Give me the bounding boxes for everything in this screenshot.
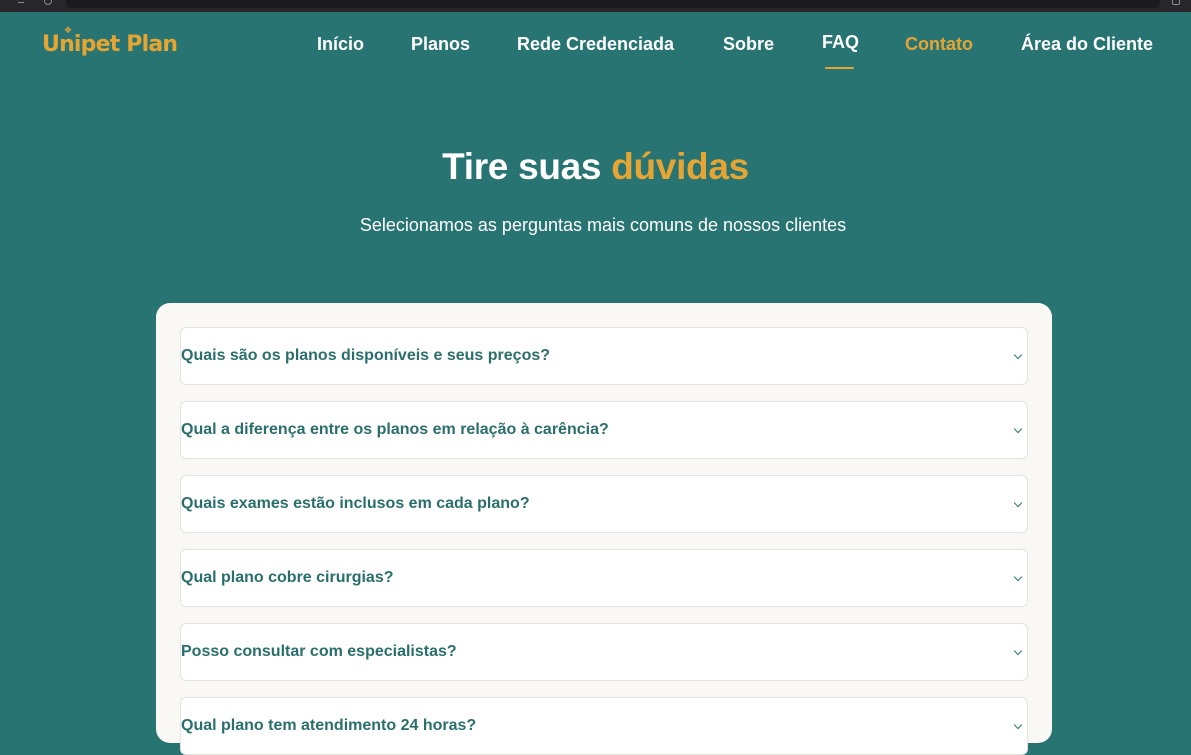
nav-area-do-cliente[interactable]: Área do Cliente <box>1021 34 1153 55</box>
faq-question: Qual plano tem atendimento 24 horas? <box>181 717 477 734</box>
title-accent: dúvidas <box>611 146 749 187</box>
faq-item[interactable]: Posso consultar com especialistas? <box>180 623 1028 681</box>
nav-rede-credenciada[interactable]: Rede Credenciada <box>517 34 674 55</box>
address-bar[interactable] <box>66 0 1160 8</box>
chevron-down-icon <box>1013 646 1023 656</box>
faq-item[interactable]: Quais exames estão inclusos em cada plan… <box>180 475 1028 533</box>
brand-logo[interactable]: ❖ Unipet Plan <box>42 26 178 57</box>
browser-chrome <box>0 0 1191 12</box>
chevron-down-icon <box>1013 720 1023 730</box>
brand-name: Unipet Plan <box>42 32 178 57</box>
faq-question: Posso consultar com especialistas? <box>181 643 457 660</box>
nav-faq[interactable]: FAQ <box>822 32 859 53</box>
nav-contato[interactable]: Contato <box>905 34 973 55</box>
reload-icon[interactable] <box>44 0 52 5</box>
nav-inicio[interactable]: Início <box>317 34 364 55</box>
faq-item[interactable]: Qual a diferença entre os planos em rela… <box>180 401 1028 459</box>
chevron-down-icon <box>1013 498 1023 508</box>
faq-question: Quais são os planos disponíveis e seus p… <box>181 347 551 364</box>
page-subtitle: Selecionamos as perguntas mais comuns de… <box>359 215 847 235</box>
faq-item[interactable]: Qual plano tem atendimento 24 horas? <box>180 697 1028 755</box>
chevron-down-icon <box>1013 424 1023 434</box>
paw-icon: ❖ <box>64 26 72 36</box>
nav-planos[interactable]: Planos <box>411 34 470 55</box>
faq-question: Quais exames estão inclusos em cada plan… <box>181 495 530 512</box>
back-icon[interactable] <box>18 2 24 10</box>
faq-question: Qual a diferença entre os planos em rela… <box>181 421 609 438</box>
faq-item[interactable]: Qual plano cobre cirurgias? <box>180 549 1028 607</box>
extensions-icon[interactable] <box>1172 0 1180 5</box>
chevron-down-icon <box>1013 572 1023 582</box>
faq-item[interactable]: Quais são os planos disponíveis e seus p… <box>180 327 1028 385</box>
chevron-down-icon <box>1013 350 1023 360</box>
nav-active-indicator <box>825 67 854 69</box>
title-prefix: Tire suas <box>442 146 602 187</box>
faq-question: Qual plano cobre cirurgias? <box>181 569 394 586</box>
page-title: Tire suas dúvidas <box>0 146 1191 188</box>
site-header: ❖ Unipet Plan Início Planos Rede Credenc… <box>0 12 1191 82</box>
faq-list: Quais são os planos disponíveis e seus p… <box>156 303 1052 755</box>
nav-sobre[interactable]: Sobre <box>723 34 774 55</box>
